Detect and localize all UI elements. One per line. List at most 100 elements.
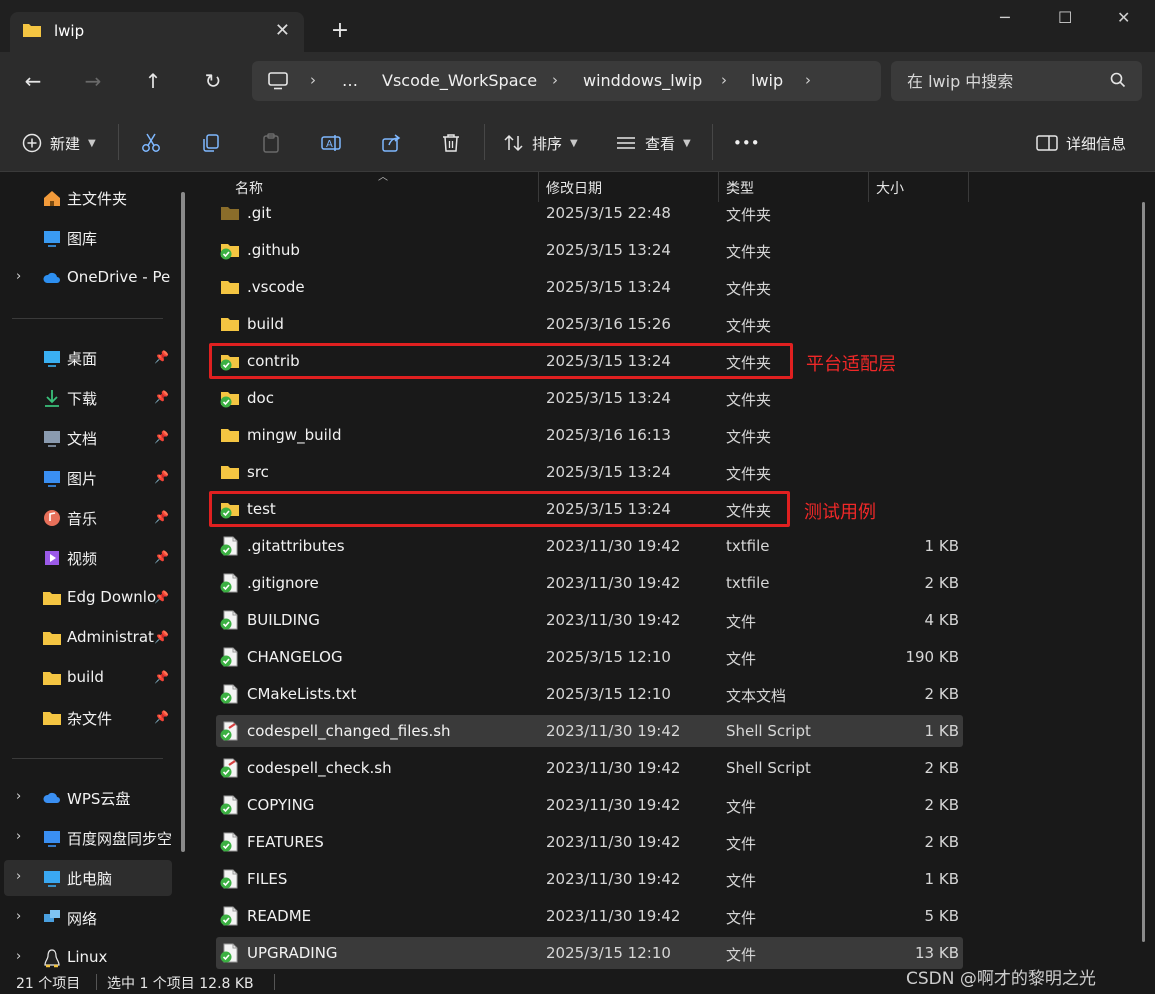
- forward-button[interactable]: →: [78, 66, 108, 96]
- column-header-size[interactable]: 大小: [876, 178, 904, 198]
- sort-ascending-icon: ︿: [378, 172, 388, 183]
- cut-button[interactable]: [140, 130, 162, 156]
- file-row[interactable]: CHANGELOG 2025/3/15 12:10 文件 190 KB: [216, 641, 963, 673]
- breadcrumb-winddows-lwip[interactable]: winddows_lwip: [583, 71, 702, 90]
- file-row[interactable]: CMakeLists.txt 2025/3/15 12:10 文本文档 2 KB: [216, 678, 963, 710]
- up-button[interactable]: ↑: [138, 66, 168, 96]
- file-type: 文件夹: [726, 391, 772, 409]
- sidebar-item[interactable]: › 此电脑: [4, 860, 172, 896]
- pin-icon: 📌: [154, 430, 169, 444]
- file-row[interactable]: .gitattributes 2023/11/30 19:42 txtfile 1 K…: [216, 530, 963, 562]
- column-header-type[interactable]: 类型: [726, 178, 754, 198]
- sidebar-item[interactable]: Edg Downlo 📌: [4, 580, 172, 616]
- file-row[interactable]: .github 2025/3/15 13:24 文件夹: [216, 234, 963, 266]
- tab-lwip[interactable]: lwip ✕: [10, 12, 304, 52]
- close-window-button[interactable]: ✕: [1117, 8, 1130, 27]
- sidebar-item[interactable]: 视频 📌: [4, 540, 172, 576]
- sort-button[interactable]: 排序 ▼: [504, 130, 578, 156]
- chevron-right-icon[interactable]: ›: [16, 949, 21, 964]
- sidebar-item[interactable]: 图片 📌: [4, 460, 172, 496]
- sidebar-item[interactable]: › OneDrive - Per: [4, 260, 172, 296]
- file-icon: [220, 832, 238, 852]
- breadcrumb-chevron-icon[interactable]: ›: [552, 71, 558, 89]
- breadcrumb-lwip[interactable]: lwip: [751, 71, 783, 90]
- sidebar-item[interactable]: 图库: [4, 220, 172, 256]
- breadcrumb-vscode-workspace[interactable]: Vscode_WorkSpace: [382, 71, 537, 90]
- sidebar-item-label: 图库: [67, 230, 98, 248]
- breadcrumb-chevron-icon[interactable]: ›: [310, 71, 316, 89]
- column-header-name[interactable]: 名称: [235, 178, 263, 198]
- file-row[interactable]: COPYING 2023/11/30 19:42 文件 2 KB: [216, 789, 963, 821]
- file-row[interactable]: UPGRADING 2025/3/15 12:10 文件 13 KB: [216, 937, 963, 969]
- new-tab-button[interactable]: +: [328, 18, 352, 43]
- search-box[interactable]: [891, 61, 1142, 101]
- share-button[interactable]: [380, 130, 402, 156]
- rename-button[interactable]: A: [320, 130, 342, 156]
- chevron-right-icon[interactable]: ›: [16, 869, 21, 884]
- file-row[interactable]: .vscode 2025/3/15 13:24 文件夹: [216, 271, 963, 303]
- sidebar-scrollbar[interactable]: [181, 192, 185, 852]
- vertical-scrollbar[interactable]: [1142, 202, 1145, 942]
- chevron-right-icon[interactable]: ›: [16, 269, 21, 284]
- sidebar-item[interactable]: 桌面 📌: [4, 340, 172, 376]
- file-row[interactable]: mingw_build 2025/3/16 16:13 文件夹: [216, 419, 963, 451]
- file-row[interactable]: doc 2025/3/15 13:24 文件夹: [216, 382, 963, 414]
- more-options-button[interactable]: •••: [733, 130, 760, 156]
- sidebar-item[interactable]: Administrat 📌: [4, 620, 172, 656]
- sidebar-item[interactable]: › 网络: [4, 900, 172, 936]
- file-row[interactable]: BUILDING 2023/11/30 19:42 文件 4 KB: [216, 604, 963, 636]
- sidebar-item[interactable]: 文档 📌: [4, 420, 172, 456]
- file-row[interactable]: codespell_changed_files.sh 2023/11/30 19:…: [216, 715, 963, 747]
- item-count: 21 个项目: [16, 976, 81, 992]
- file-date: 2025/3/15 13:24: [546, 278, 671, 296]
- breadcrumb-chevron-icon[interactable]: ›: [805, 71, 811, 89]
- file-row[interactable]: FEATURES 2023/11/30 19:42 文件 2 KB: [216, 826, 963, 858]
- file-date: 2023/11/30 19:42: [546, 537, 681, 555]
- view-button[interactable]: 查看 ▼: [615, 130, 691, 156]
- home-icon: [44, 191, 60, 206]
- pictures-icon: [44, 471, 60, 487]
- copy-button[interactable]: [200, 130, 222, 156]
- column-divider[interactable]: [968, 172, 969, 202]
- maximize-button[interactable]: ☐: [1058, 8, 1072, 27]
- chevron-right-icon[interactable]: ›: [16, 789, 21, 804]
- file-row[interactable]: build 2025/3/16 15:26 文件夹: [216, 308, 963, 340]
- file-row[interactable]: README 2023/11/30 19:42 文件 5 KB: [216, 900, 963, 932]
- tab-close-icon[interactable]: ✕: [275, 20, 290, 41]
- sidebar-item[interactable]: build 📌: [4, 660, 172, 696]
- file-row[interactable]: .git 2025/3/15 22:48 文件夹: [216, 197, 963, 229]
- file-row[interactable]: FILES 2023/11/30 19:42 文件 1 KB: [216, 863, 963, 895]
- paste-button[interactable]: [260, 130, 282, 156]
- delete-button[interactable]: [440, 130, 462, 156]
- details-pane-button[interactable]: 详细信息: [1036, 130, 1126, 156]
- new-button[interactable]: 新建 ▼: [22, 130, 96, 156]
- sidebar-item[interactable]: › WPS云盘: [4, 780, 172, 816]
- sidebar-item[interactable]: 主文件夹: [4, 180, 172, 216]
- file-row[interactable]: codespell_check.sh 2023/11/30 19:42 Shell …: [216, 752, 963, 784]
- refresh-button[interactable]: ↻: [198, 66, 228, 96]
- file-row[interactable]: .gitignore 2023/11/30 19:42 txtfile 2 KB: [216, 567, 963, 599]
- breadcrumb-chevron-icon[interactable]: ›: [721, 71, 727, 89]
- address-bar[interactable]: › … Vscode_WorkSpace › winddows_lwip › l…: [252, 61, 881, 101]
- sort-icon: [504, 134, 523, 152]
- file-row[interactable]: src 2025/3/15 13:24 文件夹: [216, 456, 963, 488]
- sidebar-item[interactable]: › 百度网盘同步空: [4, 820, 172, 856]
- back-button[interactable]: ←: [18, 66, 48, 96]
- search-icon[interactable]: [1110, 72, 1126, 88]
- search-input[interactable]: [907, 69, 1097, 93]
- column-header-date[interactable]: 修改日期: [546, 178, 602, 198]
- folder-icon: [220, 244, 239, 260]
- chevron-right-icon[interactable]: ›: [16, 829, 21, 844]
- sidebar-item[interactable]: 杂文件 📌: [4, 700, 172, 736]
- sidebar-item[interactable]: 音乐 📌: [4, 500, 172, 536]
- file-date: 2025/3/15 12:10: [546, 648, 671, 666]
- navigation-pane: 主文件夹图库 › OneDrive - Per 桌面 📌 下载 📌 文档 📌 图片 📌 音乐 📌 视频 📌 E…: [0, 172, 190, 970]
- chevron-right-icon[interactable]: ›: [16, 909, 21, 924]
- file-size: 13 KB: [915, 944, 959, 962]
- annotation-label: 平台适配层: [806, 354, 896, 375]
- breadcrumb-overflow[interactable]: …: [342, 71, 358, 90]
- file-name: src: [247, 463, 269, 481]
- sidebar-item[interactable]: 下载 📌: [4, 380, 172, 416]
- pin-icon: 📌: [154, 390, 169, 404]
- minimize-button[interactable]: ─: [1000, 8, 1010, 27]
